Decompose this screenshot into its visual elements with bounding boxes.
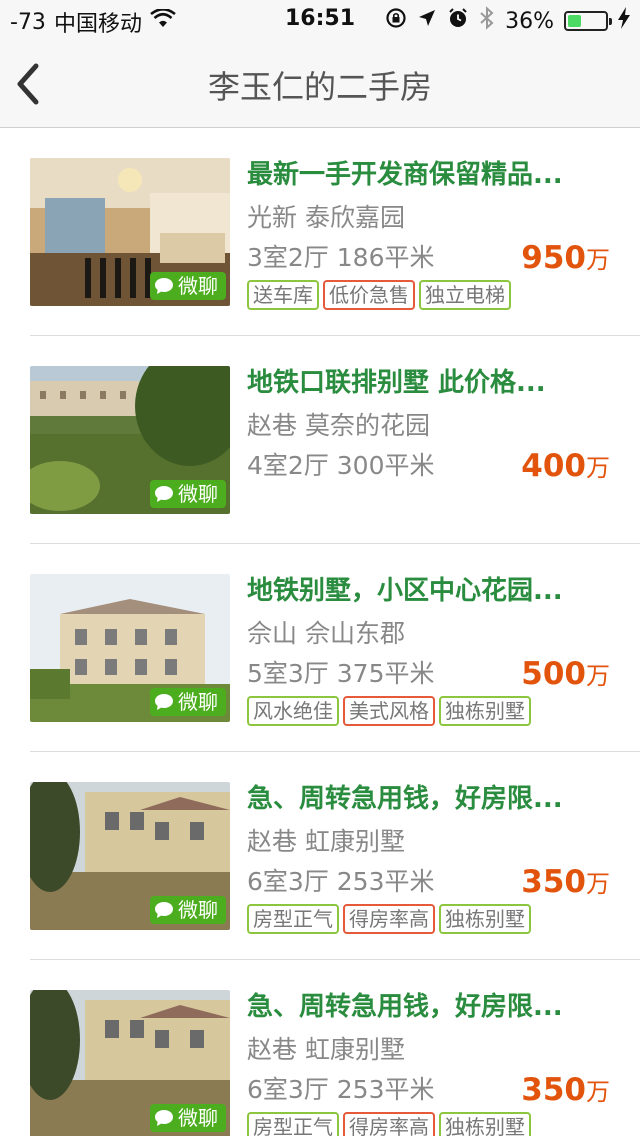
listing-spec-row: 3室2厅 186平米 950万 [247, 238, 610, 278]
listing-photo: 微聊 [30, 574, 230, 722]
chat-label: 微聊 [178, 274, 218, 298]
feature-tag: 送车库 [247, 280, 319, 310]
listing-info: 急、周转急用钱，好房限... 赵巷 虹康别墅 6室3厅 253平米 350万 房… [247, 990, 610, 1136]
tag-row: 风水绝佳 美式风格 独栋别墅 [247, 696, 610, 726]
listing-spec: 6室3厅 253平米 [247, 1075, 435, 1104]
price-value: 350 [521, 864, 586, 900]
feature-tag: 房型正气 [247, 1112, 339, 1136]
chat-button[interactable]: 微聊 [150, 480, 226, 508]
listing-title: 地铁别墅，小区中心花园... [247, 576, 563, 606]
feature-tag: 独栋别墅 [439, 696, 531, 726]
listing-location: 光新 泰欣嘉园 [247, 203, 405, 232]
price-value: 950 [521, 240, 586, 276]
nav-bar: 李玉仁的二手房 [0, 40, 640, 128]
feature-tag: 独立电梯 [419, 280, 511, 310]
chat-label: 微聊 [178, 482, 218, 506]
chat-label: 微聊 [178, 1106, 218, 1130]
listing-item[interactable]: 微聊 地铁口联排别墅 此价格... 赵巷 莫奈的花园 4室2厅 300平米 40… [30, 336, 640, 544]
listing-price: 350万 [521, 862, 610, 907]
listing-info: 最新一手开发商保留精品... 光新 泰欣嘉园 3室2厅 186平米 950万 送… [247, 158, 610, 310]
price-unit: 万 [586, 1078, 610, 1106]
price-unit: 万 [586, 454, 610, 482]
listing-title: 地铁口联排别墅 此价格... [247, 368, 546, 398]
listing-spec: 3室2厅 186平米 [247, 243, 435, 272]
feature-tag: 房型正气 [247, 904, 339, 934]
price-value: 350 [521, 1072, 586, 1108]
page-title: 李玉仁的二手房 [207, 68, 432, 106]
feature-tag: 得房率高 [343, 1112, 435, 1136]
listing-info: 急、周转急用钱，好房限... 赵巷 虹康别墅 6室3厅 253平米 350万 房… [247, 782, 610, 934]
listing-info: 地铁口联排别墅 此价格... 赵巷 莫奈的花园 4室2厅 300平米 400万 [247, 366, 610, 488]
battery-percent: 36% [505, 8, 554, 34]
rotation-lock-icon [385, 7, 407, 35]
listing-price: 350万 [521, 1070, 610, 1115]
listing-spec: 4室2厅 300平米 [247, 451, 435, 480]
location-arrow-icon [417, 8, 437, 34]
listing-photo: 微聊 [30, 990, 230, 1136]
listing-location: 赵巷 虹康别墅 [247, 1035, 405, 1064]
chat-label: 微聊 [178, 690, 218, 714]
listing-location: 佘山 佘山东郡 [247, 619, 405, 648]
listing-info: 地铁别墅，小区中心花园... 佘山 佘山东郡 5室3厅 375平米 500万 风… [247, 574, 610, 726]
listing-spec: 6室3厅 253平米 [247, 867, 435, 896]
listing-price: 500万 [521, 654, 610, 699]
chat-button[interactable]: 微聊 [150, 1104, 226, 1132]
listing-item[interactable]: 微聊 急、周转急用钱，好房限... 赵巷 虹康别墅 6室3厅 253平米 350… [30, 960, 640, 1136]
chat-button[interactable]: 微聊 [150, 896, 226, 924]
feature-tag: 美式风格 [343, 696, 435, 726]
listing-title: 最新一手开发商保留精品... [247, 160, 563, 190]
price-unit: 万 [586, 870, 610, 898]
listing-spec-row: 5室3厅 375平米 500万 [247, 654, 610, 694]
status-bar: -73 中国移动 16:51 36% [0, 0, 640, 40]
chat-label: 微聊 [178, 898, 218, 922]
alarm-icon [447, 7, 469, 35]
listing-spec: 5室3厅 375平米 [247, 659, 435, 688]
chat-bubble-icon [155, 278, 173, 294]
listing-photo: 微聊 [30, 782, 230, 930]
feature-tag: 得房率高 [343, 904, 435, 934]
listing-item[interactable]: 微聊 地铁别墅，小区中心花园... 佘山 佘山东郡 5室3厅 375平米 500… [30, 544, 640, 752]
listing-list: 微聊 最新一手开发商保留精品... 光新 泰欣嘉园 3室2厅 186平米 950… [0, 128, 640, 1136]
listing-title: 急、周转急用钱，好房限... [247, 784, 563, 814]
charging-bolt-icon [618, 7, 630, 35]
price-value: 400 [521, 448, 586, 484]
price-unit: 万 [586, 246, 610, 274]
listing-location: 赵巷 虹康别墅 [247, 827, 405, 856]
feature-tag: 低价急售 [323, 280, 415, 310]
listing-photo: 微聊 [30, 366, 230, 514]
tag-row: 送车库 低价急售 独立电梯 [247, 280, 610, 310]
listing-spec-row: 6室3厅 253平米 350万 [247, 862, 610, 902]
listing-title: 急、周转急用钱，好房限... [247, 992, 563, 1022]
price-value: 500 [521, 656, 586, 692]
listing-price: 400万 [521, 446, 610, 491]
listing-item[interactable]: 微聊 最新一手开发商保留精品... 光新 泰欣嘉园 3室2厅 186平米 950… [30, 128, 640, 336]
chat-button[interactable]: 微聊 [150, 272, 226, 300]
feature-tag: 独栋别墅 [439, 1112, 531, 1136]
price-unit: 万 [586, 662, 610, 690]
status-right: 36% [385, 6, 630, 36]
chat-bubble-icon [155, 1110, 173, 1126]
battery-fill [568, 15, 581, 27]
battery-icon [564, 11, 612, 31]
tag-row: 房型正气 得房率高 独栋别墅 [247, 904, 610, 934]
tag-row: 房型正气 得房率高 独栋别墅 [247, 1112, 610, 1136]
chat-button[interactable]: 微聊 [150, 688, 226, 716]
chat-bubble-icon [155, 694, 173, 710]
bluetooth-icon [479, 6, 495, 36]
chat-bubble-icon [155, 902, 173, 918]
listing-price: 950万 [521, 238, 610, 283]
listing-spec-row: 4室2厅 300平米 400万 [247, 446, 610, 486]
feature-tag: 独栋别墅 [439, 904, 531, 934]
feature-tag: 风水绝佳 [247, 696, 339, 726]
listing-location: 赵巷 莫奈的花园 [247, 411, 430, 440]
listing-photo: 微聊 [30, 158, 230, 306]
listing-spec-row: 6室3厅 253平米 350万 [247, 1070, 610, 1110]
chat-bubble-icon [155, 486, 173, 502]
listing-item[interactable]: 微聊 急、周转急用钱，好房限... 赵巷 虹康别墅 6室3厅 253平米 350… [30, 752, 640, 960]
